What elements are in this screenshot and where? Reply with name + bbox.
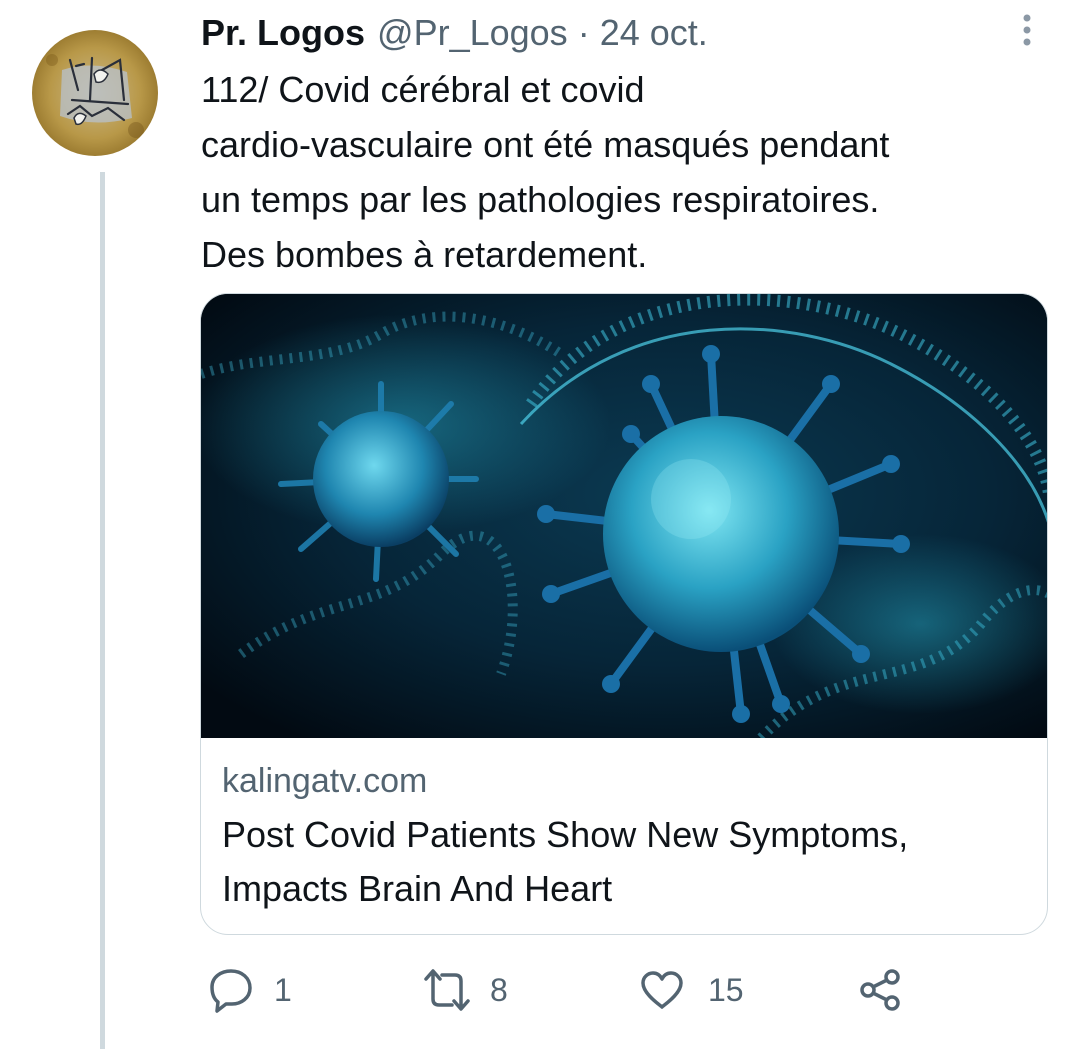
avatar-image <box>32 30 158 156</box>
card-title: Post Covid Patients Show New Symptoms, I… <box>222 814 909 909</box>
more-vertical-icon <box>1023 14 1031 46</box>
reply-icon <box>210 969 252 1013</box>
tweet-actions: 1 8 15 <box>200 960 1060 1020</box>
retweet-count: 8 <box>490 971 508 1008</box>
reply-count: 1 <box>274 971 292 1008</box>
more-options-button[interactable] <box>1010 12 1044 52</box>
virus-illustration <box>201 294 1047 738</box>
like-count: 15 <box>708 971 744 1008</box>
tweet-text: 112/ Covid cérébral et covid cardio-vasc… <box>201 69 890 275</box>
card-domain: kalingatv.com <box>222 762 428 800</box>
tweet-date[interactable]: 24 oct. <box>600 11 708 55</box>
link-card[interactable]: kalingatv.com Post Covid Patients Show N… <box>200 293 1048 935</box>
avatar[interactable] <box>32 30 158 156</box>
like-button[interactable]: 15 <box>640 960 744 1020</box>
retweet-icon <box>424 969 470 1011</box>
card-image[interactable] <box>201 294 1047 738</box>
retweet-button[interactable]: 8 <box>422 960 508 1020</box>
display-name[interactable]: Pr. Logos <box>201 11 365 55</box>
reply-button[interactable]: 1 <box>204 960 292 1020</box>
header-separator: · <box>577 12 590 53</box>
thread-connector-line <box>100 172 105 1049</box>
tweet-header: Pr. Logos @Pr_Logos · 24 oct. <box>201 11 708 55</box>
user-handle[interactable]: @Pr_Logos <box>377 11 568 55</box>
heart-icon <box>641 971 683 1009</box>
share-icon <box>860 969 900 1011</box>
share-button[interactable] <box>858 960 902 1020</box>
